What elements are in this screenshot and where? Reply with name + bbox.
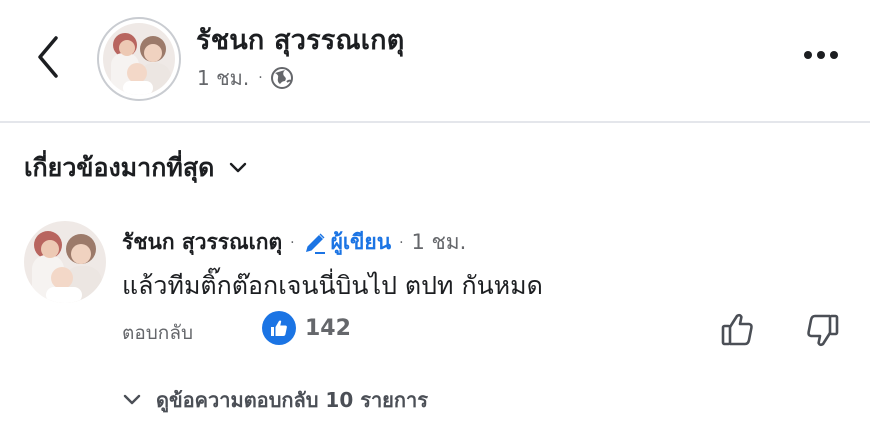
post-author-avatar[interactable] bbox=[97, 17, 181, 101]
thumbs-up-outline-icon bbox=[721, 313, 753, 346]
comment-author-name[interactable]: รัชนก สุวรรณเกตุ bbox=[122, 226, 282, 259]
reaction-summary[interactable]: 142 bbox=[262, 311, 351, 345]
separator: · bbox=[399, 234, 404, 251]
chevron-down-icon bbox=[230, 162, 247, 173]
pencil-icon bbox=[305, 233, 325, 254]
post-meta: 1 ชม. · bbox=[197, 62, 294, 94]
more-horizontal-icon bbox=[804, 51, 812, 59]
comment-author-avatar[interactable] bbox=[24, 221, 106, 303]
meta-separator: · bbox=[258, 70, 263, 86]
comment-text: แล้วทีมติ๊กต๊อกเจนนี่บินไป ตปท กันหมด bbox=[122, 271, 543, 300]
like-button[interactable] bbox=[718, 311, 758, 349]
reply-button[interactable]: ตอบกลับ bbox=[122, 318, 193, 348]
author-badge: ผู้เขียน bbox=[303, 226, 392, 259]
chevron-left-icon bbox=[38, 36, 58, 78]
dislike-button[interactable] bbox=[802, 311, 842, 349]
author-badge-label: ผู้เขียน bbox=[330, 230, 392, 254]
globe-icon bbox=[270, 67, 293, 89]
back-button[interactable] bbox=[28, 32, 68, 82]
more-options-button[interactable] bbox=[798, 40, 844, 70]
sort-label: เกี่ยวข้องมากที่สุด bbox=[24, 153, 215, 182]
avatar-photo bbox=[103, 23, 175, 95]
divider bbox=[0, 121, 870, 123]
thumbs-down-outline-icon bbox=[807, 314, 839, 347]
comment-sort-dropdown[interactable]: เกี่ยวข้องมากที่สุด bbox=[24, 148, 248, 188]
view-replies-button[interactable]: ดูข้อความตอบกลับ 10 รายการ bbox=[122, 384, 428, 416]
chevron-down-icon bbox=[123, 394, 141, 405]
like-count: 142 bbox=[305, 315, 351, 341]
comment-header: รัชนก สุวรรณเกตุ · ผู้เขียน · 1 ชม. bbox=[122, 226, 466, 259]
post-time: 1 ชม. bbox=[197, 66, 250, 90]
separator: · bbox=[290, 234, 295, 251]
thumbs-up-icon bbox=[262, 311, 296, 345]
post-author-name[interactable]: รัชนก สุวรรณเกตุ bbox=[196, 18, 404, 61]
view-replies-label: ดูข้อความตอบกลับ 10 รายการ bbox=[156, 388, 428, 412]
comment-time: 1 ชม. bbox=[411, 230, 467, 254]
